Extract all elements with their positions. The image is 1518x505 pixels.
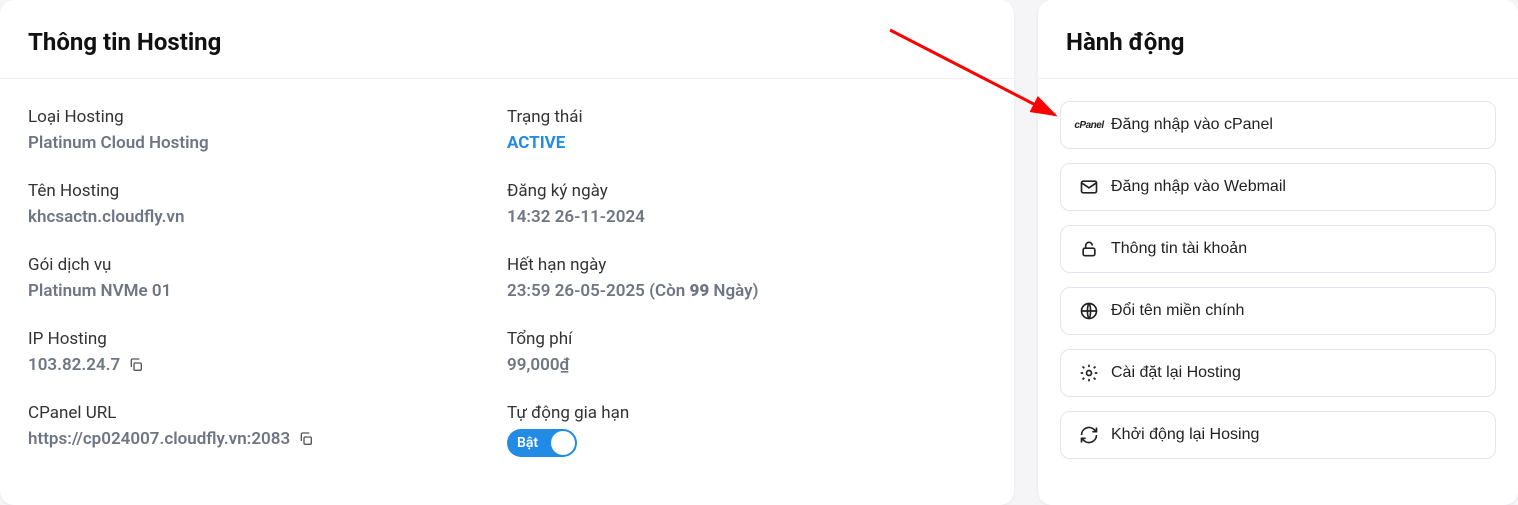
account-info-label: Thông tin tài khoản: [1111, 240, 1247, 258]
cpanel-url-label: CPanel URL: [28, 403, 507, 423]
login-webmail-label: Đăng nhập vào Webmail: [1111, 178, 1286, 196]
copy-ip-icon[interactable]: [128, 357, 144, 373]
autorenew-toggle[interactable]: Bật: [507, 429, 577, 457]
actions-list: cPanel Đăng nhập vào cPanel Đăng nhập và…: [1038, 79, 1518, 481]
package-field: Gói dịch vụ Platinum NVMe 01: [28, 255, 507, 301]
status-label: Trạng thái: [507, 107, 986, 127]
register-date-value: 14:32 26-11-2024: [507, 207, 986, 227]
hosting-name-label: Tên Hosting: [28, 181, 507, 201]
autorenew-field: Tự động gia hạn Bật: [507, 403, 986, 457]
change-domain-button[interactable]: Đổi tên miền chính: [1060, 287, 1496, 335]
gear-icon: [1079, 363, 1099, 383]
hosting-name-field: Tên Hosting khcsactn.cloudfly.vn: [28, 181, 507, 227]
mail-icon: [1079, 177, 1099, 197]
ip-field: IP Hosting 103.82.24.7: [28, 329, 507, 375]
hosting-name-value: khcsactn.cloudfly.vn: [28, 207, 507, 227]
info-card-title: Thông tin Hosting: [28, 28, 986, 56]
hosting-type-label: Loại Hosting: [28, 107, 507, 127]
hosting-info-card: Thông tin Hosting Loại Hosting Platinum …: [0, 0, 1014, 505]
expire-suffix: Ngày): [709, 281, 758, 301]
login-cpanel-label: Đăng nhập vào cPanel: [1111, 116, 1273, 134]
total-fee-label: Tổng phí: [507, 329, 986, 349]
refresh-icon: [1079, 425, 1099, 445]
login-webmail-button[interactable]: Đăng nhập vào Webmail: [1060, 163, 1496, 211]
expire-date-field: Hết hạn ngày 23:59 26-05-2025 (Còn 99 Ng…: [507, 255, 986, 301]
actions-card-title: Hành động: [1066, 28, 1490, 56]
restart-hosting-button[interactable]: Khởi động lại Hosing: [1060, 411, 1496, 459]
expire-prefix: 23:59 26-05-2025 (Còn: [507, 281, 689, 301]
expire-days: 99: [689, 281, 709, 301]
globe-icon: [1079, 301, 1099, 321]
ip-value: 103.82.24.7: [28, 355, 120, 375]
actions-card: Hành động cPanel Đăng nhập vào cPanel Đă…: [1038, 0, 1518, 505]
toggle-knob: [551, 431, 575, 455]
package-value: Platinum NVMe 01: [28, 281, 507, 301]
autorenew-label: Tự động gia hạn: [507, 403, 986, 423]
info-right-column: Trạng thái ACTIVE Đăng ký ngày 14:32 26-…: [507, 107, 986, 457]
cpanel-icon: cPanel: [1079, 115, 1099, 135]
register-date-field: Đăng ký ngày 14:32 26-11-2024: [507, 181, 986, 227]
change-domain-label: Đổi tên miền chính: [1111, 302, 1244, 320]
reinstall-hosting-button[interactable]: Cài đặt lại Hosting: [1060, 349, 1496, 397]
total-fee-value: 99,000₫: [507, 355, 986, 375]
lock-icon: [1079, 239, 1099, 259]
cpanel-url-value: https://cp024007.cloudfly.vn:2083: [28, 429, 290, 449]
autorenew-toggle-label: Bật: [517, 435, 538, 451]
ip-label: IP Hosting: [28, 329, 507, 349]
info-card-header: Thông tin Hosting: [0, 0, 1014, 79]
status-value: ACTIVE: [507, 133, 986, 153]
status-field: Trạng thái ACTIVE: [507, 107, 986, 153]
expire-date-label: Hết hạn ngày: [507, 255, 986, 275]
actions-card-header: Hành động: [1038, 0, 1518, 79]
hosting-type-field: Loại Hosting Platinum Cloud Hosting: [28, 107, 507, 153]
total-fee-field: Tổng phí 99,000₫: [507, 329, 986, 375]
info-grid: Loại Hosting Platinum Cloud Hosting Tên …: [0, 79, 1014, 485]
restart-hosting-label: Khởi động lại Hosing: [1111, 426, 1259, 444]
register-date-label: Đăng ký ngày: [507, 181, 986, 201]
hosting-type-value: Platinum Cloud Hosting: [28, 133, 507, 153]
account-info-button[interactable]: Thông tin tài khoản: [1060, 225, 1496, 273]
login-cpanel-button[interactable]: cPanel Đăng nhập vào cPanel: [1060, 101, 1496, 149]
info-left-column: Loại Hosting Platinum Cloud Hosting Tên …: [28, 107, 507, 457]
package-label: Gói dịch vụ: [28, 255, 507, 275]
reinstall-hosting-label: Cài đặt lại Hosting: [1111, 364, 1241, 382]
expire-date-value: 23:59 26-05-2025 (Còn 99 Ngày): [507, 281, 986, 301]
cpanel-url-field: CPanel URL https://cp024007.cloudfly.vn:…: [28, 403, 507, 449]
copy-url-icon[interactable]: [298, 431, 314, 447]
